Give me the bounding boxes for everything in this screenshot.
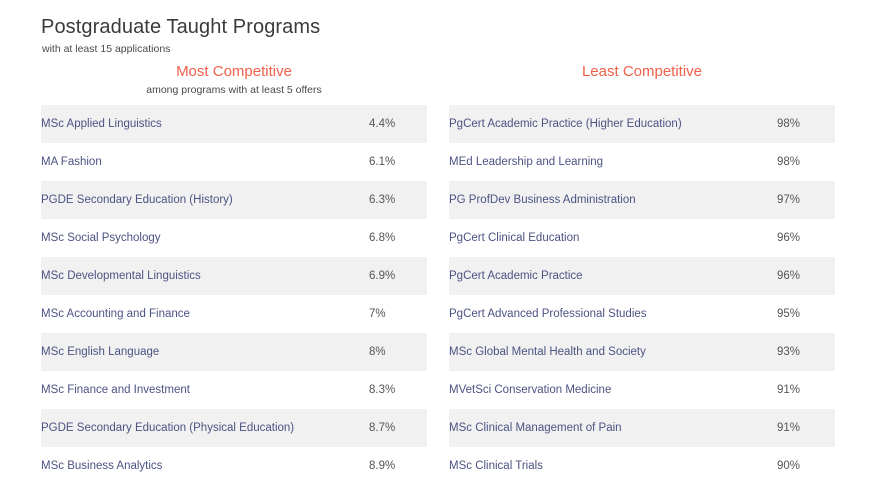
table-row[interactable]: MSc Business Analytics 8.9%	[41, 447, 427, 485]
table-row[interactable]: PgCert Clinical Education 96%	[449, 219, 835, 257]
page-root: Postgraduate Taught Programs with at lea…	[0, 0, 878, 503]
column-least-competitive: Least Competitive PgCert Academic Practi…	[427, 62, 878, 485]
program-value: 6.3%	[369, 194, 396, 206]
column-most-competitive: Most Competitive among programs with at …	[0, 62, 427, 485]
program-name: MSc Accounting and Finance	[41, 308, 190, 320]
program-name: PGDE Secondary Education (Physical Educa…	[41, 422, 295, 434]
program-name: MSc Finance and Investment	[41, 384, 190, 396]
table-row[interactable]: PgCert Academic Practice 96%	[449, 257, 835, 295]
table-row[interactable]: MSc Clinical Management of Pain 91%	[449, 409, 835, 447]
program-name: PgCert Academic Practice	[449, 270, 583, 282]
page-title: Postgraduate Taught Programs	[41, 16, 321, 38]
program-name: MSc Clinical Trials	[449, 460, 543, 472]
program-value: 96%	[777, 270, 801, 282]
program-value: 91%	[777, 384, 801, 396]
column-subheading-most-competitive: among programs with at least 5 offers	[146, 84, 322, 96]
program-value: 91%	[777, 422, 801, 434]
program-value: 8%	[369, 346, 386, 358]
table-row[interactable]: PGDE Secondary Education (Physical Educa…	[41, 409, 427, 447]
table-row[interactable]: MSc Global Mental Health and Society 93%	[449, 333, 835, 371]
program-value: 95%	[777, 308, 801, 320]
program-value: 96%	[777, 232, 801, 244]
table-body-least-competitive: PgCert Academic Practice (Higher Educati…	[449, 105, 835, 485]
program-name: PgCert Advanced Professional Studies	[449, 308, 647, 320]
program-name: MSc Clinical Management of Pain	[449, 422, 622, 434]
ranking-columns: Most Competitive among programs with at …	[0, 62, 878, 485]
program-value: 90%	[777, 460, 801, 472]
table-row[interactable]: PgCert Academic Practice (Higher Educati…	[449, 105, 835, 143]
program-name: MSc Social Psychology	[41, 232, 161, 244]
program-value: 4.4%	[369, 118, 396, 130]
column-heading-least-competitive: Least Competitive	[581, 63, 703, 80]
program-name: PgCert Clinical Education	[449, 232, 580, 244]
program-value: 8.7%	[369, 422, 396, 434]
program-name: MA Fashion	[41, 156, 102, 168]
column-heading-most-competitive: Most Competitive	[176, 63, 292, 80]
program-value: 8.9%	[369, 460, 396, 472]
column-heading-block-1: Least Competitive	[449, 62, 835, 105]
program-value: 6.1%	[369, 156, 396, 168]
program-value: 98%	[777, 118, 801, 130]
table-row[interactable]: MSc Finance and Investment 8.3%	[41, 371, 427, 409]
table-row[interactable]: MSc English Language 8%	[41, 333, 427, 371]
table-row[interactable]: MVetSci Conservation Medicine 91%	[449, 371, 835, 409]
table-row[interactable]: PgCert Advanced Professional Studies 95%	[449, 295, 835, 333]
program-value: 6.8%	[369, 232, 396, 244]
program-name: PG ProfDev Business Administration	[449, 194, 636, 206]
program-name: PGDE Secondary Education (History)	[41, 194, 233, 206]
program-value: 6.9%	[369, 270, 396, 282]
program-name: PgCert Academic Practice (Higher Educati…	[449, 118, 682, 130]
page-subtitle: with at least 15 applications	[42, 43, 171, 55]
program-value: 98%	[777, 156, 801, 168]
table-row[interactable]: MSc Applied Linguistics 4.4%	[41, 105, 427, 143]
program-name: MEd Leadership and Learning	[449, 156, 604, 168]
table-most-competitive: MSc Applied Linguistics 4.4% MA Fashion …	[41, 105, 427, 485]
page-header: Postgraduate Taught Programs with at lea…	[0, 0, 878, 56]
table-body-most-competitive: MSc Applied Linguistics 4.4% MA Fashion …	[41, 105, 427, 485]
program-value: 93%	[777, 346, 801, 358]
table-row[interactable]: MSc Clinical Trials 90%	[449, 447, 835, 485]
table-row[interactable]: MSc Social Psychology 6.8%	[41, 219, 427, 257]
column-heading-block-0: Most Competitive among programs with at …	[41, 62, 427, 105]
program-value: 8.3%	[369, 384, 396, 396]
program-name: MSc Applied Linguistics	[41, 118, 162, 130]
program-name: MSc Developmental Linguistics	[41, 270, 201, 282]
program-name: MSc English Language	[41, 346, 160, 358]
program-name: MSc Global Mental Health and Society	[449, 346, 646, 358]
table-row[interactable]: MSc Accounting and Finance 7%	[41, 295, 427, 333]
table-row[interactable]: MA Fashion 6.1%	[41, 143, 427, 181]
table-row[interactable]: PG ProfDev Business Administration 97%	[449, 181, 835, 219]
table-row[interactable]: MSc Developmental Linguistics 6.9%	[41, 257, 427, 295]
program-value: 7%	[369, 308, 386, 320]
table-row[interactable]: PGDE Secondary Education (History) 6.3%	[41, 181, 427, 219]
program-value: 97%	[777, 194, 801, 206]
table-row[interactable]: MEd Leadership and Learning 98%	[449, 143, 835, 181]
program-name: MSc Business Analytics	[41, 460, 163, 472]
table-least-competitive: PgCert Academic Practice (Higher Educati…	[449, 105, 835, 485]
program-name: MVetSci Conservation Medicine	[449, 384, 612, 396]
